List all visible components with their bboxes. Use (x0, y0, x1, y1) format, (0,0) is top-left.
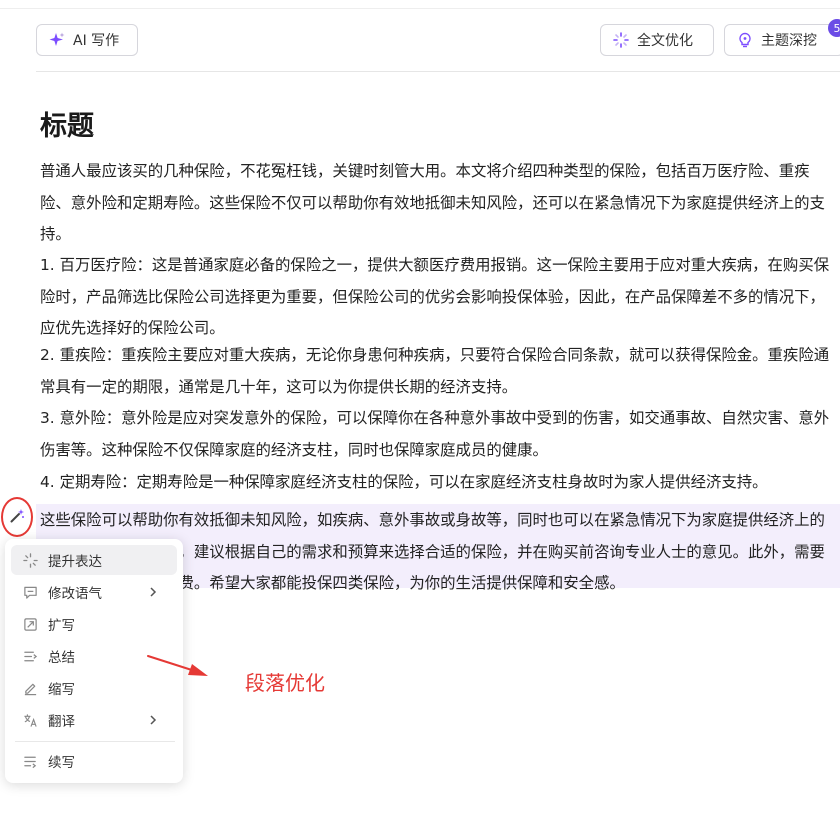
continue-icon (24, 756, 37, 768)
full-optimize-button[interactable]: 全文优化 (600, 24, 714, 56)
summary-icon (24, 651, 38, 661)
paragraph-intro[interactable]: 普通人最应该买的几种保险，不花冤枉钱，关键时刻管大用。本文将介绍四种类型的保险，… (40, 156, 830, 251)
menu-item-label: 缩写 (48, 682, 75, 698)
topic-dig-button[interactable]: 主题深挖 (724, 24, 840, 56)
menu-item-label: 翻译 (48, 714, 75, 730)
sparkle-icon (23, 552, 38, 568)
chat-icon (24, 586, 37, 599)
expand-icon (24, 617, 37, 631)
pen-icon (24, 683, 37, 695)
menu-divider (15, 741, 175, 742)
menu-item-label: 扩写 (48, 618, 75, 634)
menu-item-label: 总结 (48, 650, 75, 666)
paragraph-term-life[interactable]: 4. 定期寿险：定期寿险是一种保障家庭经济支柱的保险，可以在家庭经济支柱身故时为… (40, 467, 830, 499)
lightbulb-icon (739, 32, 751, 48)
topic-dig-label: 主题深挖 (761, 33, 817, 49)
menu-item-label: 续写 (48, 755, 75, 771)
loading-spark-icon (613, 32, 629, 48)
paragraph-medical[interactable]: 1. 百万医疗险：这是普通家庭必备的保险之一，提供大额医疗费用报销。这一保险主要… (40, 250, 830, 345)
ai-write-label: AI 写作 (73, 33, 120, 49)
top-divider (0, 8, 840, 9)
ai-write-button[interactable]: AI 写作 (36, 24, 138, 56)
notification-badge: 5 (828, 19, 840, 37)
sparkle-icon (49, 32, 65, 46)
menu-item-label: 修改语气 (48, 586, 102, 602)
paragraph-accident[interactable]: 3. 意外险：意外险是应对突发意外的保险，可以保障你在各种意外事故中受到的伤害，… (40, 403, 830, 466)
menu-item-translate[interactable]: 翻译 (11, 705, 177, 735)
document-title[interactable]: 标题 (40, 104, 94, 143)
chevron-right-icon (150, 587, 157, 597)
chevron-right-icon (150, 715, 157, 725)
menu-item-improve[interactable]: 提升表达 (11, 545, 177, 575)
menu-item-label: 提升表达 (48, 554, 102, 570)
full-optimize-label: 全文优化 (637, 33, 693, 49)
paragraph-critical-illness[interactable]: 2. 重疾险：重疾险主要应对重大疾病，无论你身患何种疾病，只要符合保险合同条款，… (40, 340, 830, 403)
magic-wand-icon[interactable] (9, 508, 25, 524)
translate-icon (24, 713, 37, 727)
toolbar-divider (36, 71, 840, 72)
menu-item-expand[interactable]: 扩写 (11, 609, 177, 639)
menu-item-continue[interactable]: 续写 (11, 746, 177, 776)
annotation-arrow-icon (147, 655, 208, 676)
menu-item-tone[interactable]: 修改语气 (11, 577, 177, 607)
annotation-label: 段落优化 (245, 671, 325, 695)
